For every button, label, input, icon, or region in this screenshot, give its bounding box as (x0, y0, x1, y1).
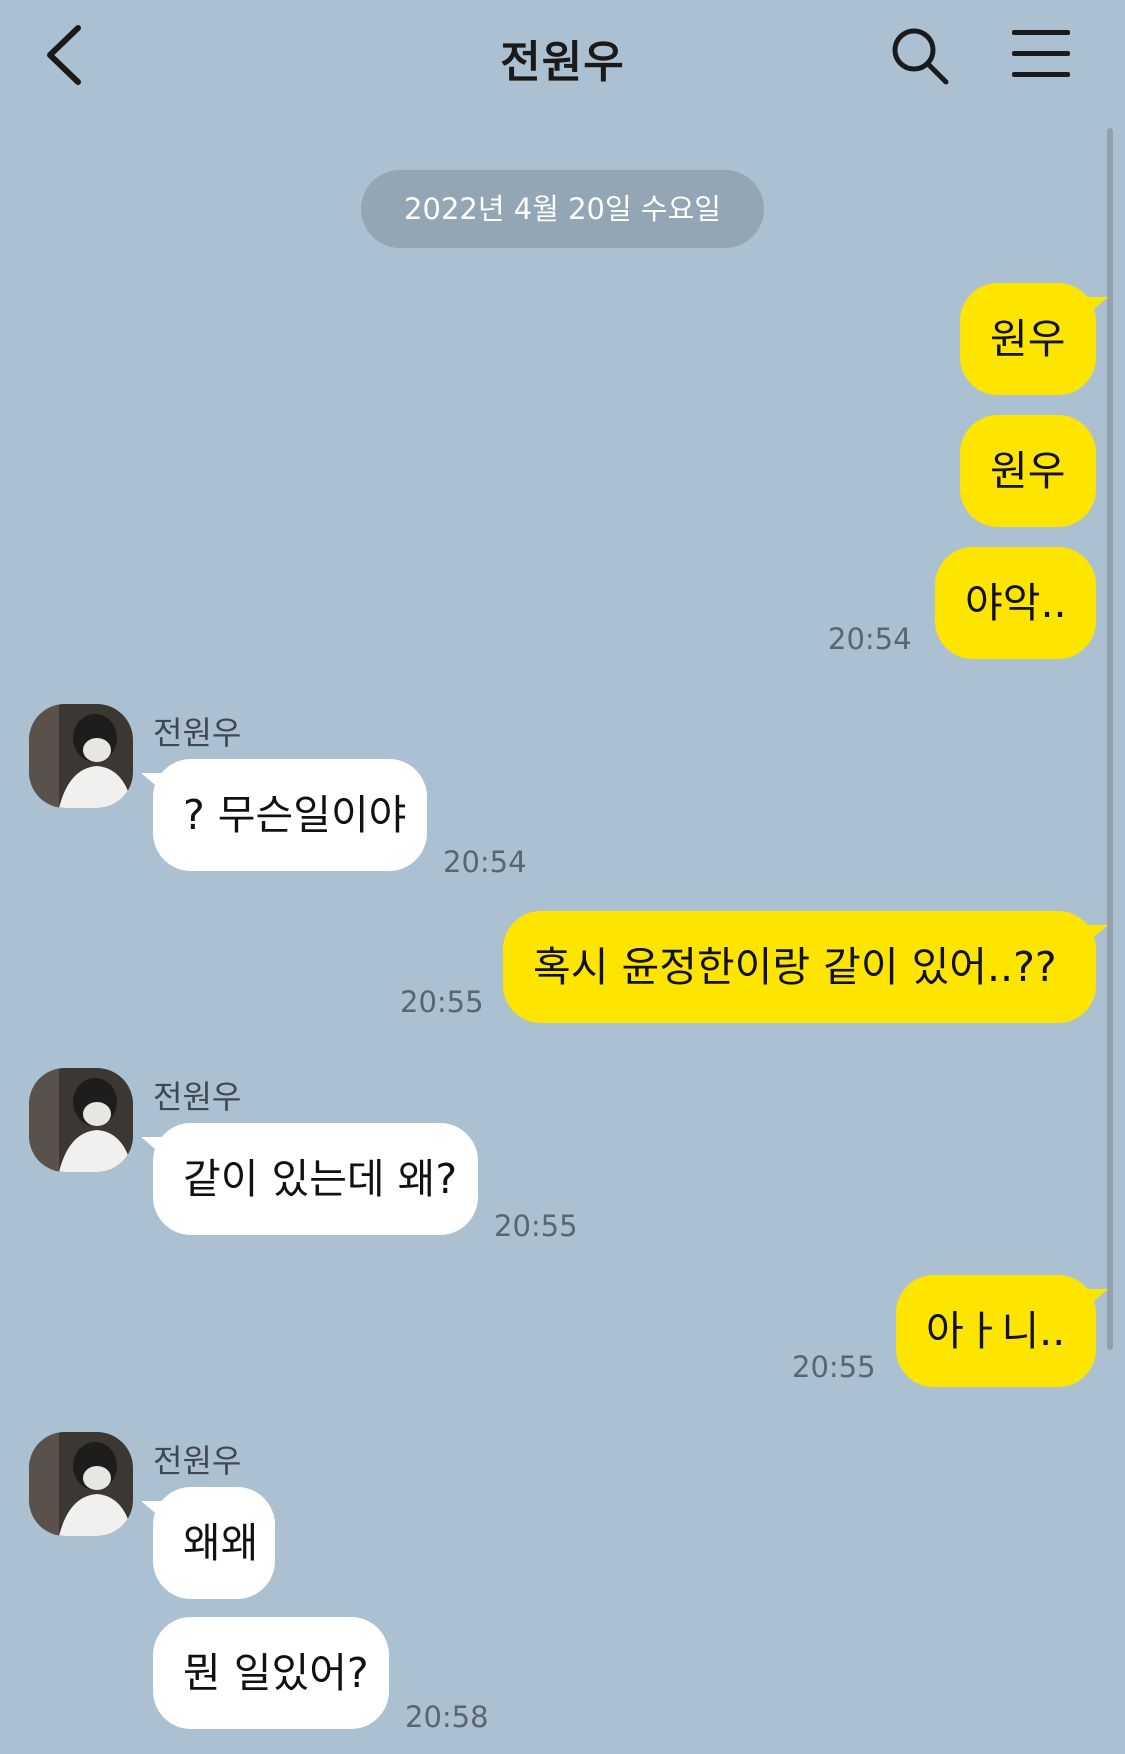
message-time: 20:54 (828, 622, 912, 656)
message-time: 20:54 (443, 845, 527, 879)
my-message-bubble[interactable]: 아ㅏ니.. (896, 1275, 1108, 1387)
message-time: 20:58 (405, 1700, 489, 1734)
message-time: 20:55 (400, 985, 484, 1019)
sender-name: 전원우 (153, 1078, 242, 1116)
chat-title: 전원우 (500, 37, 625, 88)
sender-name: 전원우 (153, 1442, 242, 1480)
their-message-bubble[interactable]: 같이 있는데 왜? (141, 1123, 478, 1235)
search-icon (892, 28, 949, 85)
hamburger-menu-icon (1012, 51, 1070, 56)
menu-button[interactable] (1008, 28, 1074, 80)
their-message-bubble[interactable]: 뭔 일있어? (153, 1617, 389, 1729)
search-button[interactable] (888, 24, 952, 88)
profile-avatar[interactable] (29, 1432, 133, 1536)
message-time: 20:55 (792, 1350, 876, 1384)
chat-header: 전원우 (0, 0, 1125, 110)
profile-avatar[interactable] (29, 1068, 133, 1172)
their-message-bubble[interactable]: ? 무슨일이야 (141, 759, 427, 871)
profile-avatar[interactable] (29, 704, 133, 808)
their-message-bubble[interactable]: 왜왜 (141, 1487, 275, 1599)
my-message-bubble[interactable]: 야악.. (935, 547, 1096, 659)
message-time: 20:55 (494, 1209, 578, 1243)
sender-name: 전원우 (153, 714, 242, 752)
hamburger-menu-icon (1012, 72, 1070, 77)
my-message-bubble[interactable]: 원우 (960, 283, 1108, 395)
date-divider: 2022년 4월 20일 수요일 (361, 170, 764, 248)
my-message-bubble[interactable]: 혹시 윤정한이랑 같이 있어..?? (503, 911, 1108, 1023)
hamburger-menu-icon (1012, 30, 1070, 35)
my-message-bubble[interactable]: 원우 (960, 415, 1096, 527)
